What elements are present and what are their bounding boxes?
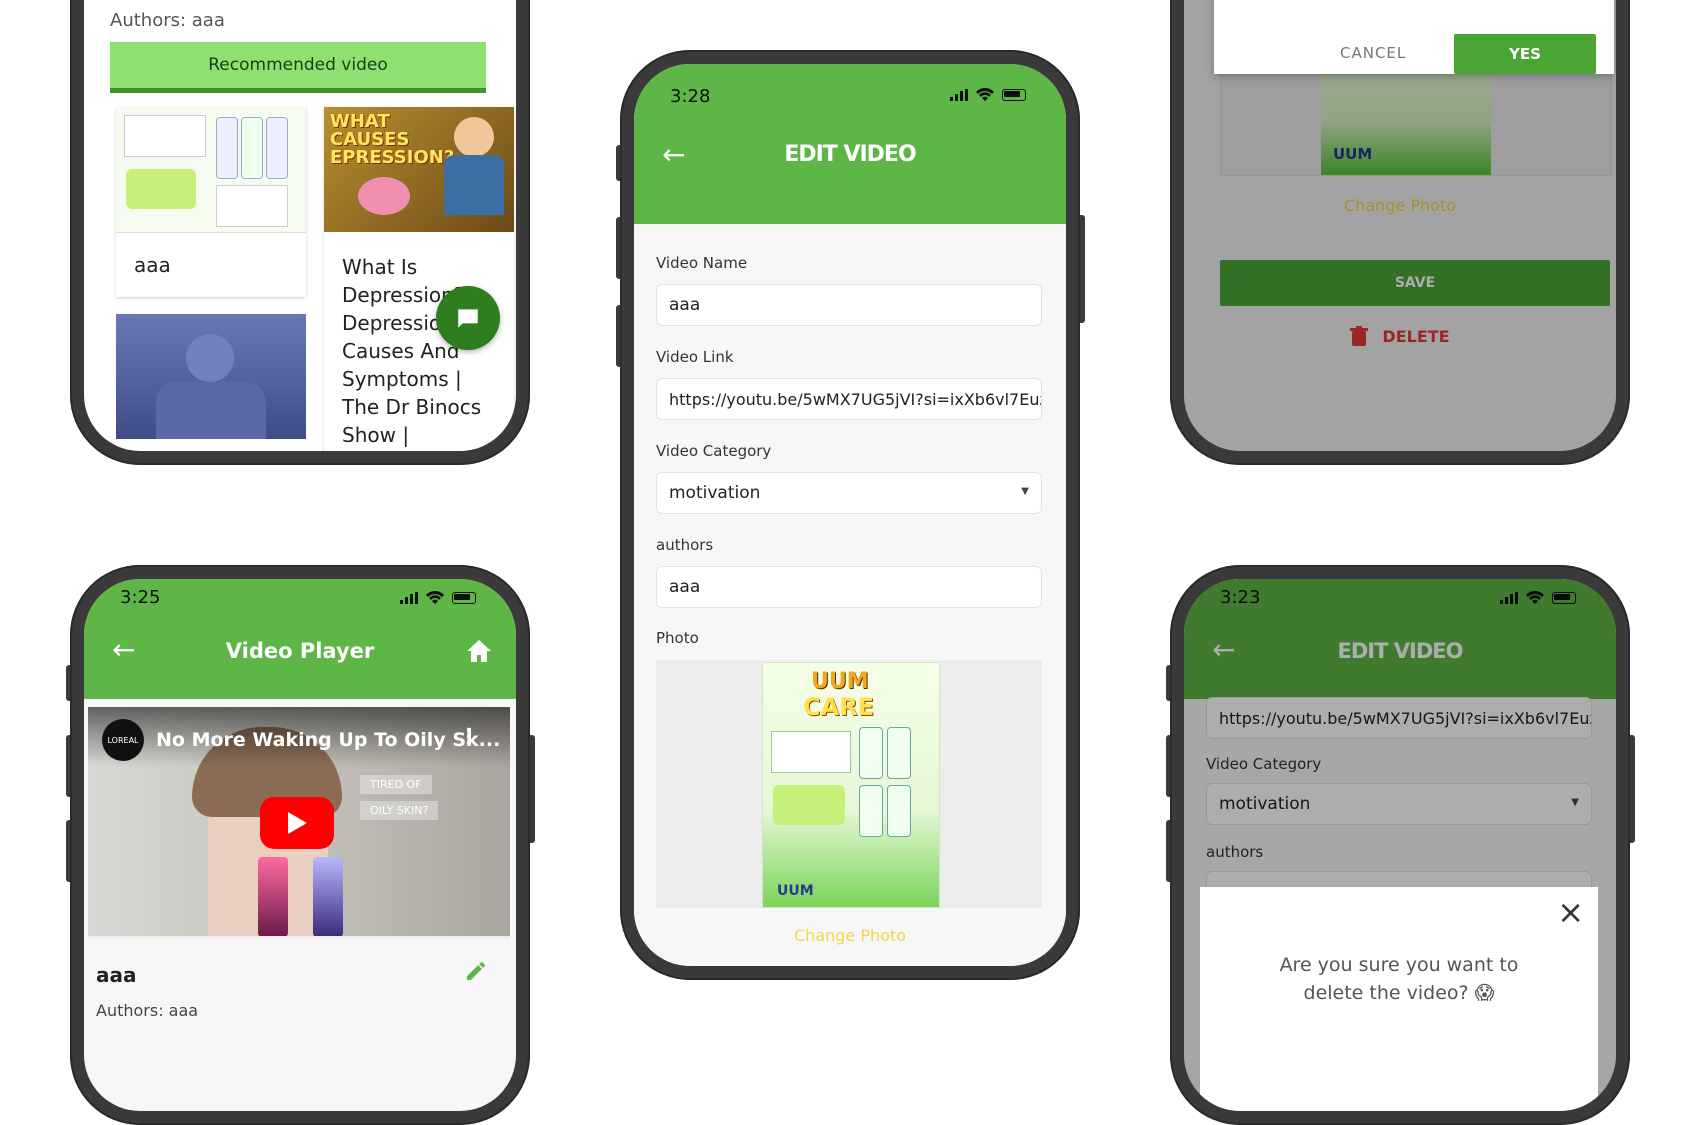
status-icons <box>950 88 1026 101</box>
screen-confirm: UUM Change Photo SAVE DELETE CANCEL YES <box>1184 0 1616 451</box>
yes-button[interactable]: YES <box>1454 34 1596 74</box>
status-time: 3:25 <box>120 587 161 608</box>
video-player[interactable]: LOREAL No More Waking Up To Oily Sk... ⋮… <box>88 707 510 939</box>
screen-edit-video: 3:28 ← EDIT VIDEO Video Name aaa Video L… <box>634 64 1066 966</box>
video-category-label: Video Category <box>656 442 772 460</box>
screen-recommended: Authors: aaa Recommended video aaa WHAT … <box>84 0 516 451</box>
video-name-label: Video Name <box>656 254 748 272</box>
recommended-header-label: Recommended video <box>208 55 388 75</box>
authors-input[interactable]: aaa <box>656 566 1042 608</box>
authors-label: authors <box>656 536 714 554</box>
video-name-input[interactable]: aaa <box>656 284 1042 326</box>
page-title: EDIT VIDEO <box>784 142 916 167</box>
phone-video-player: 3:25 ← Video Player LOREAL No More Wakin… <box>70 565 530 1125</box>
photo-label: Photo <box>656 629 699 647</box>
status-bar: 3:28 <box>634 64 1066 114</box>
phone-confirm: UUM Change Photo SAVE DELETE CANCEL YES <box>1170 0 1630 465</box>
status-icons <box>400 591 476 604</box>
screen-delete-confirm: 3:23 ← EDIT VIDEO https://youtu.be/5wMX7… <box>1184 579 1616 1111</box>
overlay-text-1: TIRED OF <box>360 775 432 794</box>
video-card[interactable] <box>116 314 306 439</box>
authors-text: Authors: aaa <box>110 10 225 31</box>
poster-care: CARE <box>803 693 875 721</box>
phone-delete-confirm: 3:23 ← EDIT VIDEO https://youtu.be/5wMX7… <box>1170 565 1630 1125</box>
video-card[interactable]: aaa <box>116 107 306 297</box>
video-title: No More Waking Up To Oily Sk... <box>156 729 501 751</box>
confirm-dialog: CANCEL YES <box>1214 0 1614 74</box>
video-link-input[interactable]: https://youtu.be/5wMX7UG5jVI?si=ixXb6vl7… <box>656 378 1042 420</box>
status-bar: 3:25 <box>84 579 516 629</box>
wifi-icon <box>426 591 444 604</box>
more-options-icon[interactable]: ⋮ <box>458 725 480 750</box>
channel-avatar: LOREAL <box>102 719 144 761</box>
edit-icon[interactable] <box>464 959 488 983</box>
chat-fab[interactable] <box>436 286 500 350</box>
overlay-text-2: OILY SKIN? <box>360 801 439 820</box>
poster-footer: UUM <box>777 883 814 899</box>
status-time: 3:28 <box>670 86 711 107</box>
battery-icon <box>1002 88 1026 101</box>
video-link-label: Video Link <box>656 348 734 366</box>
photo-preview: UUM CARE UUM <box>656 660 1042 908</box>
battery-icon <box>452 591 476 604</box>
close-icon[interactable]: × <box>1557 893 1584 931</box>
play-button[interactable] <box>260 797 334 849</box>
video-card-title: What Is Depression? | Depression Causes … <box>342 255 482 447</box>
dropdown-arrow-icon: ▼ <box>1021 486 1029 497</box>
signal-icon <box>950 88 968 101</box>
video-name: aaa <box>96 963 137 987</box>
phone-recommended: Authors: aaa Recommended video aaa WHAT … <box>70 0 530 465</box>
video-thumbnail: WHAT CAUSES EPRESSION? <box>324 107 514 232</box>
video-card-title: aaa <box>134 253 171 277</box>
video-category-value: motivation <box>669 483 761 503</box>
wifi-icon <box>976 88 994 101</box>
phone-edit-video: 3:28 ← EDIT VIDEO Video Name aaa Video L… <box>620 50 1080 980</box>
yes-button-label: YES <box>1509 45 1541 63</box>
delete-dialog: × Are you sure you want to delete the vi… <box>1200 887 1598 1111</box>
signal-icon <box>400 591 418 604</box>
thumbnail-text: WHAT CAUSES EPRESSION? <box>330 111 455 168</box>
poster-brand: UUM <box>811 669 869 694</box>
chat-icon <box>458 309 478 328</box>
cancel-button[interactable]: CANCEL <box>1340 44 1406 62</box>
video-category-select[interactable]: motivation ▼ <box>656 472 1042 514</box>
video-card[interactable]: WHAT CAUSES EPRESSION? What Is Depressio… <box>324 107 514 451</box>
recommended-header: Recommended video <box>110 42 486 93</box>
poster-image: UUM CARE UUM <box>762 662 940 908</box>
screen-video-player: 3:25 ← Video Player LOREAL No More Wakin… <box>84 579 516 1111</box>
play-icon <box>288 812 307 834</box>
authors-text: Authors: aaa <box>96 1001 199 1020</box>
delete-message: Are you sure you want to delete the vide… <box>1279 954 1519 1004</box>
channel-name: LOREAL <box>107 735 139 745</box>
home-icon[interactable] <box>466 639 492 663</box>
video-thumbnail <box>116 107 306 233</box>
change-photo-link[interactable]: Change Photo <box>634 926 1066 945</box>
page-title: Video Player <box>225 639 375 663</box>
